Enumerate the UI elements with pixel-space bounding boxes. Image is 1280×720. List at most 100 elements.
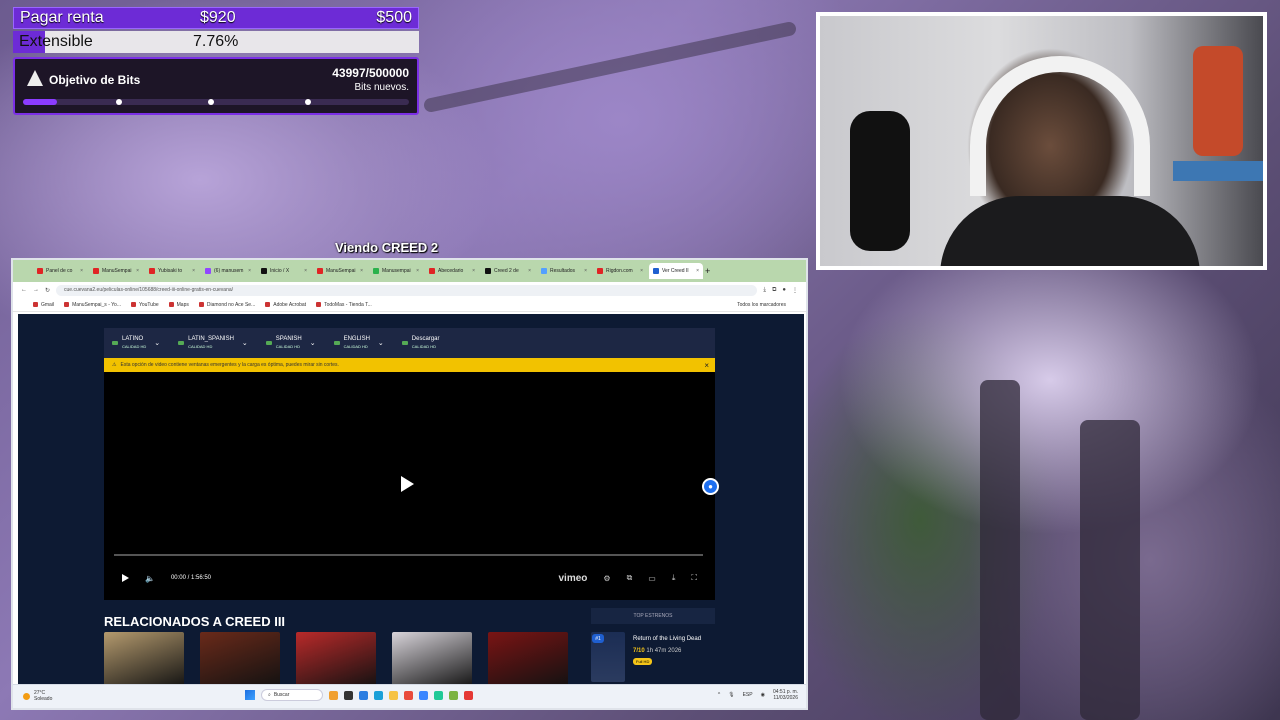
pip-icon[interactable]: ⧉ <box>627 573 633 583</box>
app-icon[interactable] <box>329 690 338 700</box>
browser-tab[interactable]: Panel de co × <box>33 263 87 279</box>
bookmark-item[interactable]: ManuSempai_s - Yo... <box>64 302 121 308</box>
fullscreen-icon[interactable]: ⛶ <box>691 573 697 583</box>
rent-value: $920 <box>200 9 236 26</box>
close-tab-icon[interactable]: × <box>528 268 531 274</box>
app-icon[interactable] <box>449 690 458 700</box>
close-tab-icon[interactable]: × <box>248 268 251 274</box>
headphones <box>970 56 1150 196</box>
browser-tab[interactable]: Inicio / X × <box>257 263 311 279</box>
app-icon[interactable] <box>434 690 443 700</box>
browser-tab[interactable]: Creed 2 de × <box>481 263 535 279</box>
related-movie-thumbnail[interactable] <box>488 632 568 686</box>
app-icon[interactable] <box>359 690 368 700</box>
browser-tab[interactable]: ManuSempai × <box>89 263 143 279</box>
bookmark-item[interactable]: TodoMas - Tienda T... <box>316 302 372 308</box>
bits-progress-track <box>23 99 409 105</box>
app-icon[interactable] <box>419 690 428 700</box>
browser-tab[interactable]: Yubisaki to × <box>145 263 199 279</box>
extensions-icon[interactable]: ⧉ <box>772 287 776 294</box>
new-tab-icon[interactable]: + <box>705 266 710 276</box>
related-movie-thumbnail[interactable] <box>392 632 472 686</box>
search-placeholder: Buscar <box>273 692 290 698</box>
chevron-down-icon[interactable]: ⌄ <box>242 340 248 347</box>
play-button[interactable] <box>122 574 129 582</box>
vimeo-logo[interactable]: vimeo <box>558 573 587 584</box>
close-tab-icon[interactable]: × <box>416 268 419 274</box>
browser-tab[interactable]: Ver Creed II × <box>649 263 703 279</box>
download-icon[interactable]: ⤓ <box>763 287 766 294</box>
volume-icon[interactable]: 🔈 <box>145 574 155 583</box>
profile-icon[interactable]: ● <box>782 287 786 293</box>
close-tab-icon[interactable]: × <box>136 268 139 274</box>
close-tab-icon[interactable]: × <box>640 268 643 274</box>
bookmarks-bar: Gmail ManuSempai_s - Yo... YouTube Maps Diam… <box>13 298 806 312</box>
folder-icon[interactable] <box>389 690 398 700</box>
weather-widget[interactable]: 27°C Soleado <box>23 690 52 702</box>
browser-tab[interactable]: Manusempai × <box>369 263 423 279</box>
captions-icon[interactable]: ▭ <box>648 574 656 583</box>
browser-tab[interactable]: (6) manusem × <box>201 263 255 279</box>
chevron-down-icon[interactable]: ⌄ <box>154 340 160 347</box>
bookmark-item[interactable]: Diamond no Ace Se... <box>198 302 255 308</box>
language-option[interactable]: LATINO CALIDAD HD ⌄ <box>112 336 160 350</box>
app-icon[interactable] <box>464 690 473 700</box>
wifi-icon[interactable]: ◉ <box>761 692 765 698</box>
browser-toolbar: ← → ↻ cue.cuevana2.eu/peliculas-online/1… <box>13 282 806 298</box>
chevron-down-icon[interactable]: ⌄ <box>378 340 384 347</box>
play-icon[interactable] <box>401 476 414 492</box>
language-option[interactable]: SPANISH CALIDAD HD ⌄ <box>265 336 316 350</box>
bookmark-item[interactable]: Adobe Acrobat <box>265 302 306 308</box>
taskbar-search[interactable]: ⌕ Buscar <box>261 689 323 701</box>
language-option[interactable]: ENGLISH CALIDAD HD ⌄ <box>333 336 384 350</box>
language-option[interactable]: Descargar CALIDAD HD <box>401 336 440 350</box>
language-indicator[interactable]: ESP <box>743 692 753 698</box>
bookmark-item[interactable]: Maps <box>168 302 189 308</box>
browser-tab[interactable]: ManuSempai × <box>313 263 367 279</box>
close-tab-icon[interactable]: × <box>304 268 307 274</box>
chevron-up-icon[interactable]: ^ <box>718 692 720 698</box>
related-movie-thumbnail[interactable] <box>296 632 376 686</box>
seek-bar[interactable] <box>114 554 703 556</box>
flag-icon <box>265 341 272 345</box>
edge-icon[interactable] <box>374 690 383 700</box>
close-tab-icon[interactable]: × <box>696 268 699 274</box>
tab-label: ManuSempai <box>326 268 356 274</box>
close-tab-icon[interactable]: × <box>192 268 195 274</box>
clock[interactable]: 04:51 p. m. 11/03/2026 <box>773 689 798 701</box>
download-video-icon[interactable]: ⤓ <box>672 573 676 583</box>
forward-icon[interactable]: → <box>33 287 39 293</box>
bookmark-item[interactable]: YouTube <box>130 302 159 308</box>
chrome-icon[interactable] <box>404 690 413 700</box>
address-bar[interactable]: cue.cuevana2.eu/peliculas-online/105688/… <box>56 284 758 296</box>
back-icon[interactable]: ← <box>21 287 27 293</box>
settings-icon[interactable]: ⚙ <box>603 574 610 583</box>
windows-start-icon[interactable] <box>245 690 255 700</box>
close-tab-icon[interactable]: × <box>584 268 587 274</box>
language-option[interactable]: LATIN_SPANISH CALIDAD HD ⌄ <box>178 336 248 350</box>
lightbulb-icon[interactable]: ● <box>702 478 719 495</box>
microphone-icon[interactable]: 🎙 <box>728 692 734 698</box>
menu-icon[interactable]: ⋮ <box>792 287 798 294</box>
related-movie-thumbnail[interactable] <box>104 632 184 686</box>
app-icon[interactable] <box>344 690 353 700</box>
close-tab-icon[interactable]: × <box>472 268 475 274</box>
top-estreno-item[interactable]: #1 Return of the Living Dead 7/10 1h 47m… <box>591 632 721 684</box>
favicon-icon <box>653 268 659 274</box>
browser-tab[interactable]: Resultados × <box>537 263 591 279</box>
chevron-down-icon[interactable]: ⌄ <box>310 340 316 347</box>
close-icon[interactable]: × <box>704 361 709 370</box>
web-page: LATINO CALIDAD HD ⌄ LATIN_SPANISH CALIDAD HD… <box>18 314 804 686</box>
related-movie-thumbnail[interactable] <box>200 632 280 686</box>
movie-poster[interactable]: #1 <box>591 632 625 682</box>
reload-icon[interactable]: ↻ <box>45 287 50 294</box>
all-bookmarks[interactable]: Todos los marcadores <box>737 302 786 308</box>
language-name: Descargar <box>411 336 440 342</box>
movie-title[interactable]: Return of the Living Dead <box>633 636 701 642</box>
favicon-icon <box>597 268 603 274</box>
bookmark-item[interactable]: Gmail <box>33 302 54 308</box>
browser-tab[interactable]: Rigdon.com × <box>593 263 647 279</box>
browser-tab[interactable]: Abecedario × <box>425 263 479 279</box>
close-tab-icon[interactable]: × <box>360 268 363 274</box>
close-tab-icon[interactable]: × <box>80 268 83 274</box>
